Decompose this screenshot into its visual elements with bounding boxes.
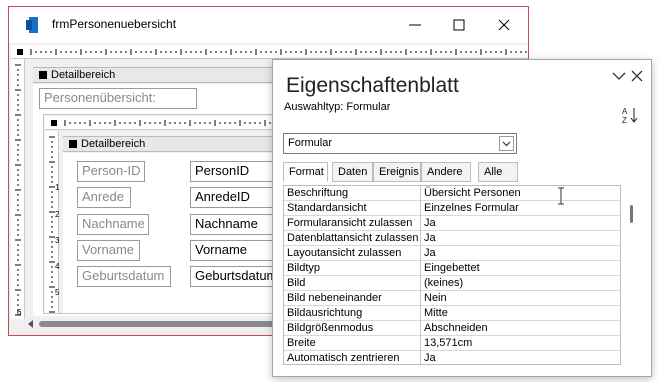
property-row[interactable]: Bild nebeneinander Nein	[284, 291, 620, 306]
control-personid[interactable]: PersonID	[190, 161, 275, 182]
property-name: Datenblattansicht zulassen	[287, 232, 419, 244]
property-name: Layoutansicht zulassen	[287, 247, 402, 259]
inner-vertical-ruler[interactable]	[45, 131, 59, 313]
label-nachname[interactable]: Nachname	[77, 214, 149, 235]
chevron-down-icon[interactable]	[611, 68, 627, 84]
form-titlebar[interactable]: frmPersonenuebersicht	[9, 7, 528, 43]
tab-alle[interactable]: Alle	[478, 162, 518, 182]
property-value[interactable]: Nein	[424, 291, 619, 305]
text-cursor-icon	[558, 187, 564, 205]
property-name: Bild	[287, 277, 306, 289]
property-value[interactable]: Ja	[424, 351, 619, 364]
window-title: frmPersonenuebersicht	[52, 17, 177, 31]
inner-section-label: Detailbereich	[81, 138, 146, 150]
section-marker-icon	[69, 140, 77, 148]
property-row[interactable]: Beschriftung Übersicht Personen	[284, 186, 620, 201]
combo-dropdown-button[interactable]	[499, 136, 514, 151]
property-value[interactable]: Eingebettet	[424, 261, 619, 275]
property-sheet-panel: Eigenschaftenblatt Auswahltyp: Formular …	[272, 59, 652, 377]
property-name: Bild nebeneinander	[287, 292, 382, 304]
scroll-left-arrow-icon[interactable]	[27, 320, 35, 328]
property-value[interactable]: 13,571cm	[424, 336, 619, 350]
maximize-icon[interactable]	[449, 15, 469, 35]
property-value[interactable]: Mitte	[424, 306, 619, 320]
property-value[interactable]: Übersicht Personen	[424, 186, 619, 200]
property-name: Formularansicht zulassen	[287, 217, 413, 229]
tab-ereignis[interactable]: Ereignis	[373, 162, 421, 182]
property-name: Breite	[287, 337, 316, 349]
inner-vruler-ticks	[49, 136, 55, 313]
property-grid-scroll-thumb[interactable]	[630, 205, 633, 223]
control-geburtsdatum[interactable]: Geburtsdatum	[190, 266, 275, 287]
svg-text:A: A	[622, 107, 628, 116]
vruler-number: 5	[55, 288, 60, 297]
minimize-icon[interactable]	[405, 15, 425, 35]
property-row[interactable]: Bildtyp Eingebettet	[284, 261, 620, 276]
property-name: Standardansicht	[287, 202, 367, 214]
property-name: Bildgrößenmodus	[287, 322, 374, 334]
label-geburtsdatum[interactable]: Geburtsdatum	[77, 266, 171, 287]
control-anredeid[interactable]: AnredeID	[190, 187, 275, 208]
property-value[interactable]: Ja	[424, 231, 619, 245]
property-value[interactable]: (keines)	[424, 276, 619, 290]
property-name: Bildausrichtung	[287, 307, 363, 319]
close-icon[interactable]	[629, 68, 645, 84]
object-selector-value: Formular	[288, 137, 333, 149]
svg-text:Z: Z	[622, 116, 627, 124]
heading-label[interactable]: Personenübersicht:	[39, 88, 197, 109]
object-selector-combo[interactable]: Formular	[283, 133, 517, 154]
property-value[interactable]: Abschneiden	[424, 321, 619, 335]
property-row[interactable]: Bildgrößenmodus Abschneiden	[284, 321, 620, 336]
property-row[interactable]: Bildausrichtung Mitte	[284, 306, 620, 321]
vruler-number: 3	[55, 236, 60, 245]
vertical-ruler[interactable]	[11, 59, 25, 319]
property-sheet-title: Eigenschaftenblatt	[286, 74, 459, 97]
property-grid: Beschriftung Übersicht Personen Standarda…	[283, 185, 621, 365]
property-grid-scrollbar[interactable]	[625, 185, 639, 365]
property-row[interactable]: Datenblattansicht zulassen Ja	[284, 231, 620, 246]
vruler-number: 4	[55, 262, 60, 271]
tab-daten[interactable]: Daten	[332, 162, 373, 182]
property-name: Beschriftung	[287, 187, 349, 199]
chevron-down-icon	[502, 141, 511, 147]
property-name: Automatisch zentrieren	[287, 352, 400, 364]
property-row[interactable]: Automatisch zentrieren Ja	[284, 351, 620, 364]
property-name: Bildtyp	[287, 262, 321, 274]
property-value[interactable]: Ja	[424, 216, 619, 230]
vruler-number: 2	[55, 210, 60, 219]
label-vorname[interactable]: Vorname	[77, 240, 140, 261]
property-value[interactable]: Ja	[424, 246, 619, 260]
property-row[interactable]: Bild (keines)	[284, 276, 620, 291]
tab-andere[interactable]: Andere	[421, 162, 471, 182]
property-row[interactable]: Breite 13,571cm	[284, 336, 620, 351]
ruler-ticks	[17, 49, 527, 55]
control-nachname[interactable]: Nachname	[190, 214, 275, 235]
vruler-number: 6	[17, 308, 22, 317]
tab-format[interactable]: Format	[283, 162, 328, 182]
vertical-ruler-ticks	[15, 64, 21, 316]
property-row[interactable]: Formularansicht zulassen Ja	[284, 216, 620, 231]
form-icon	[26, 17, 38, 33]
control-vorname[interactable]: Vorname	[190, 240, 275, 261]
horizontal-scroll-thumb[interactable]	[39, 321, 284, 327]
label-person-id[interactable]: Person-ID	[77, 161, 145, 182]
label-anrede[interactable]: Anrede	[77, 187, 131, 208]
horizontal-scrollbar[interactable]	[27, 318, 287, 330]
section-marker-icon	[39, 71, 47, 79]
property-value[interactable]: Einzelnes Formular	[424, 201, 619, 215]
selection-type-label: Auswahltyp: Formular	[284, 101, 391, 113]
vruler-number: 1	[55, 183, 60, 192]
property-row[interactable]: Standardansicht Einzelnes Formular	[284, 201, 620, 216]
sort-az-icon[interactable]: A Z	[621, 106, 639, 124]
outer-section-label: Detailbereich	[51, 69, 116, 81]
property-row[interactable]: Layoutansicht zulassen Ja	[284, 246, 620, 261]
close-icon[interactable]	[494, 15, 514, 35]
horizontal-ruler[interactable]	[11, 45, 528, 59]
